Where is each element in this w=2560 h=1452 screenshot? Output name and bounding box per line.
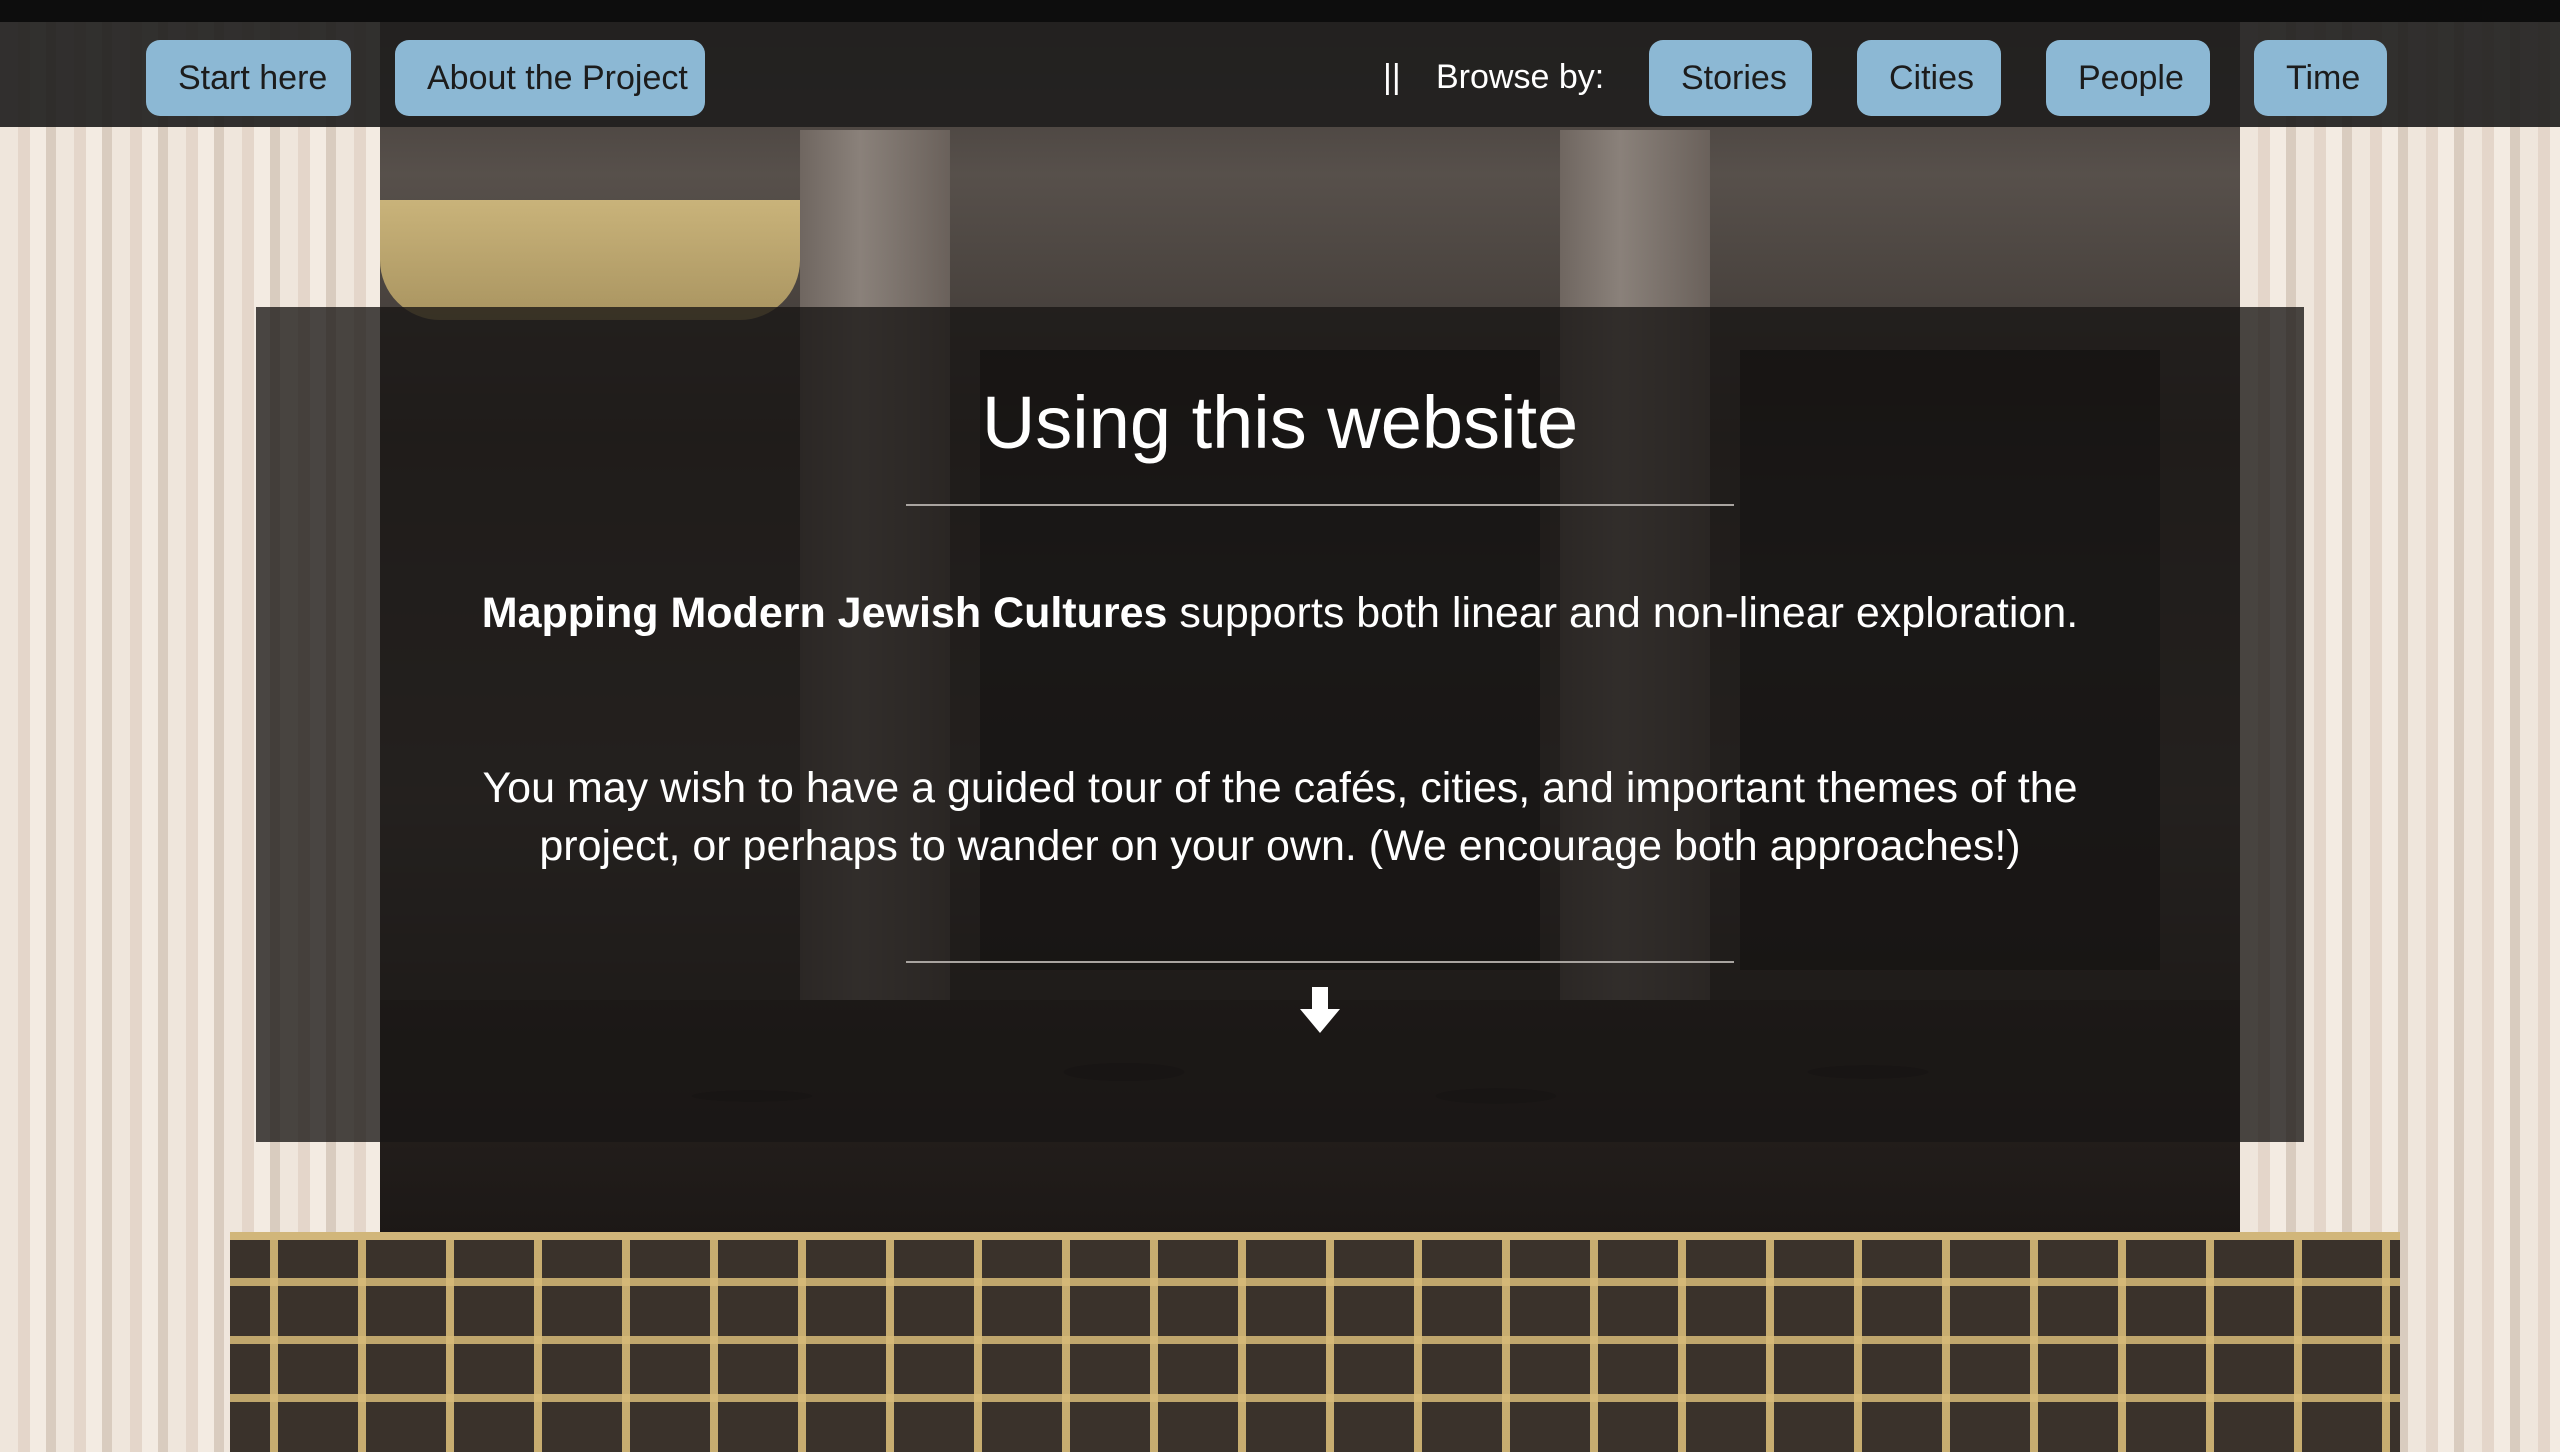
intro-text: Mapping Modern Jewish Cultures supports … — [480, 584, 2080, 642]
top-navbar: Start here About the Project || Browse b… — [0, 0, 2560, 127]
nav-separator: || — [1383, 58, 1401, 96]
guidance-paragraph: You may wish to have a guided tour of th… — [482, 764, 2078, 870]
browse-by-label: Browse by: — [1436, 58, 1605, 96]
browse-stories-button[interactable]: Stories — [1649, 40, 1812, 116]
start-here-button[interactable]: Start here — [146, 40, 351, 116]
intro-rest: supports both linear and non-linear expl… — [1167, 589, 2079, 637]
page-title: Using this website — [981, 381, 1579, 464]
project-name: Mapping Modern Jewish Cultures — [481, 589, 1168, 637]
title-divider — [906, 504, 1734, 506]
browse-people-button[interactable]: People — [2046, 40, 2210, 116]
about-project-button[interactable]: About the Project — [395, 40, 705, 116]
down-arrow-icon[interactable] — [1300, 987, 1340, 1035]
browse-time-button[interactable]: Time — [2254, 40, 2387, 116]
bottom-divider — [906, 961, 1734, 963]
browse-cities-button[interactable]: Cities — [1857, 40, 2001, 116]
